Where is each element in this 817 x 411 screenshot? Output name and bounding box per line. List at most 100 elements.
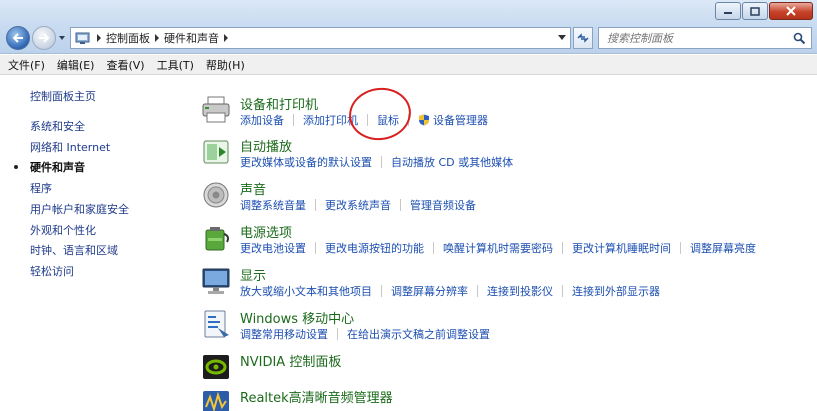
link-add-device[interactable]: 添加设备 — [240, 112, 284, 128]
category-title[interactable]: 声音 — [240, 179, 266, 198]
breadcrumb-hardware-and-sound[interactable]: 硬件和声音 — [164, 30, 219, 46]
speaker-icon — [203, 182, 229, 208]
link-require-password-on-wake[interactable]: 唤醒计算机时需要密码 — [443, 240, 553, 256]
breadcrumb-separator[interactable] — [219, 34, 233, 42]
search-box[interactable] — [598, 27, 812, 49]
control-panel-icon — [75, 32, 90, 44]
sidebar-item-ease-of-access[interactable]: 轻松访问 — [30, 263, 74, 279]
link-device-manager[interactable]: 设备管理器 — [433, 112, 488, 128]
link-divider — [562, 242, 563, 254]
link-divider — [562, 285, 563, 297]
nvidia-icon — [203, 355, 229, 379]
link-screen-brightness[interactable]: 调整屏幕亮度 — [690, 240, 756, 256]
category-title[interactable]: 电源选项 — [240, 222, 292, 241]
task-links: 放大或缩小文本和其他项目 调整屏幕分辨率 连接到投影仪 连接到外部显示器 — [240, 283, 660, 299]
uac-shield-icon — [419, 114, 429, 126]
refresh-icon — [577, 33, 589, 43]
link-divider — [293, 114, 294, 126]
task-links: 调整系统音量 更改系统声音 管理音频设备 — [240, 197, 476, 213]
search-input[interactable] — [607, 31, 787, 45]
link-power-button-action[interactable]: 更改电源按钮的功能 — [325, 240, 424, 256]
task-links: 更改媒体或设备的默认设置 自动播放 CD 或其他媒体 — [240, 154, 513, 170]
category-title[interactable]: Realtek高清晰音频管理器 — [240, 387, 393, 406]
minimize-button[interactable] — [715, 2, 741, 20]
maximize-button[interactable] — [742, 2, 768, 20]
sidebar-item-clock-language-region[interactable]: 时钟、语言和区域 — [30, 242, 118, 258]
address-bar[interactable]: 控制面板 硬件和声音 — [70, 27, 571, 49]
link-text-size[interactable]: 放大或缩小文本和其他项目 — [240, 283, 372, 299]
breadcrumb-control-panel[interactable]: 控制面板 — [106, 30, 150, 46]
autoplay-icon — [203, 140, 229, 164]
sidebar-item-hardware-and-sound[interactable]: 硬件和声音 — [30, 159, 85, 175]
breadcrumb-separator[interactable] — [150, 34, 164, 42]
printer-icon — [202, 96, 230, 123]
recent-pages-dropdown-icon[interactable] — [58, 34, 66, 42]
realtek-icon — [203, 391, 229, 411]
left-navigation: 控制面板主页 系统和安全 网络和 Internet 硬件和声音 程序 用户帐户和… — [0, 76, 180, 411]
link-divider — [381, 156, 382, 168]
link-divider — [315, 242, 316, 254]
mobility-center-icon — [204, 310, 229, 338]
link-connect-projector[interactable]: 连接到投影仪 — [487, 283, 553, 299]
link-add-printer[interactable]: 添加打印机 — [303, 112, 358, 128]
task-links: 更改电池设置 更改电源按钮的功能 唤醒计算机时需要密码 更改计算机睡眠时间 调整… — [240, 240, 756, 256]
category-title[interactable]: 显示 — [240, 265, 266, 284]
link-autoplay-cd[interactable]: 自动播放 CD 或其他媒体 — [391, 154, 513, 170]
category-title[interactable]: Windows 移动中心 — [240, 308, 354, 327]
address-dropdown-icon[interactable] — [558, 35, 566, 41]
monitor-icon — [202, 268, 230, 294]
link-mouse[interactable]: 鼠标 — [377, 112, 399, 128]
link-divider — [433, 242, 434, 254]
menu-view[interactable]: 查看(V) — [106, 57, 144, 73]
link-divider — [315, 199, 316, 211]
link-manage-audio-devices[interactable]: 管理音频设备 — [410, 197, 476, 213]
task-links: 调整常用移动设置 在给出演示文稿之前调整设置 — [240, 326, 490, 342]
back-button[interactable] — [6, 26, 30, 50]
link-divider — [381, 285, 382, 297]
task-links: 添加设备 添加打印机 鼠标 设备管理器 — [240, 112, 488, 128]
link-adjust-volume[interactable]: 调整系统音量 — [240, 197, 306, 213]
window-chrome: 控制面板 硬件和声音 — [0, 0, 817, 54]
sidebar-item-appearance[interactable]: 外观和个性化 — [30, 222, 96, 238]
sidebar-item-user-accounts[interactable]: 用户帐户和家庭安全 — [30, 201, 129, 217]
link-divider — [477, 285, 478, 297]
link-battery-settings[interactable]: 更改电池设置 — [240, 240, 306, 256]
minimize-icon — [724, 12, 732, 14]
sidebar-item-control-panel-home[interactable]: 控制面板主页 — [30, 88, 96, 104]
link-external-display[interactable]: 连接到外部显示器 — [572, 283, 660, 299]
search-icon[interactable] — [793, 32, 806, 45]
battery-icon — [205, 227, 229, 251]
link-divider — [408, 114, 409, 126]
link-divider — [337, 328, 338, 340]
sidebar-item-programs[interactable]: 程序 — [30, 180, 52, 196]
breadcrumb-separator[interactable] — [92, 34, 106, 42]
link-change-media-defaults[interactable]: 更改媒体或设备的默认设置 — [240, 154, 372, 170]
current-item-bullet — [14, 165, 18, 169]
link-divider — [400, 199, 401, 211]
close-icon — [786, 6, 796, 16]
forward-arrow-icon — [39, 33, 50, 43]
menu-file[interactable]: 文件(F) — [8, 57, 45, 73]
link-sleep-time[interactable]: 更改计算机睡眠时间 — [572, 240, 671, 256]
link-presentation-settings[interactable]: 在给出演示文稿之前调整设置 — [347, 326, 490, 342]
link-screen-resolution[interactable]: 调整屏幕分辨率 — [391, 283, 468, 299]
caption-buttons — [715, 2, 813, 20]
menu-help[interactable]: 帮助(H) — [206, 57, 245, 73]
maximize-icon — [750, 6, 760, 16]
category-title[interactable]: 设备和打印机 — [240, 94, 318, 113]
menu-tools[interactable]: 工具(T) — [157, 57, 194, 73]
link-common-mobility-settings[interactable]: 调整常用移动设置 — [240, 326, 328, 342]
menu-bar: 文件(F) 编辑(E) 查看(V) 工具(T) 帮助(H) — [0, 55, 817, 75]
sidebar-item-network-and-internet[interactable]: 网络和 Internet — [30, 139, 110, 155]
category-title[interactable]: 自动播放 — [240, 136, 292, 155]
close-button[interactable] — [769, 2, 813, 20]
link-change-sounds[interactable]: 更改系统声音 — [325, 197, 391, 213]
link-divider — [367, 114, 368, 126]
menu-edit[interactable]: 编辑(E) — [57, 57, 95, 73]
refresh-button[interactable] — [573, 27, 593, 49]
category-title[interactable]: NVIDIA 控制面板 — [240, 351, 341, 370]
sidebar-item-system-and-security[interactable]: 系统和安全 — [30, 118, 85, 134]
back-arrow-icon — [12, 33, 23, 43]
forward-button[interactable] — [32, 26, 56, 50]
link-divider — [680, 242, 681, 254]
